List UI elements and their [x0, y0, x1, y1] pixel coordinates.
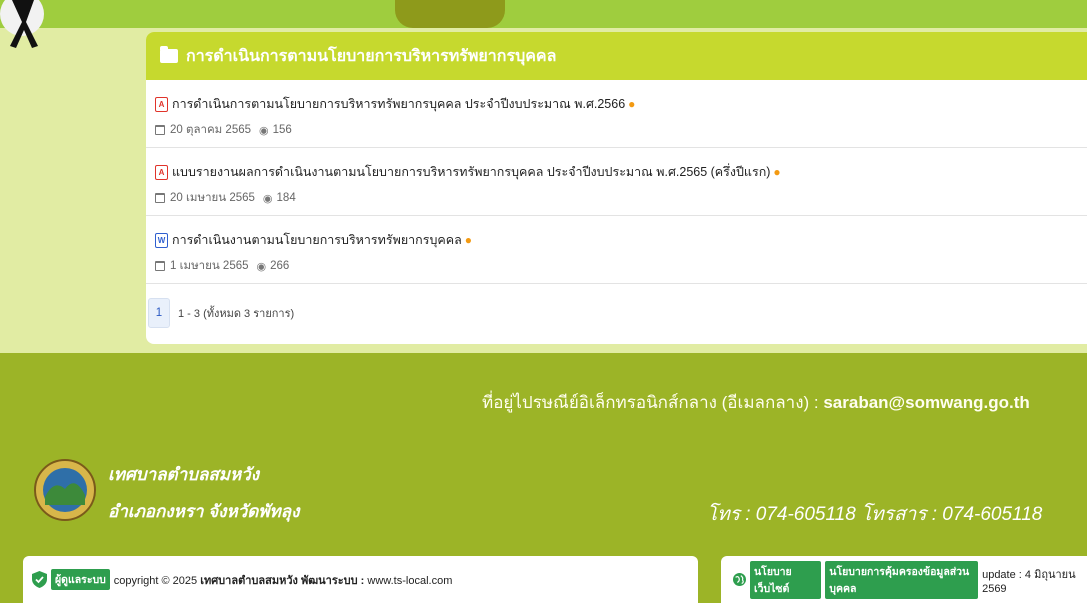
item-views: 156 — [272, 124, 292, 136]
folder-icon — [160, 46, 178, 63]
pagination: 1 1 - 3 (ทั้งหมด 3 รายการ) — [146, 284, 1087, 328]
eye-icon: ◉ — [259, 124, 269, 137]
org-name: เทศบาลตำบลสมหวัง — [108, 465, 259, 484]
item-views: 266 — [270, 260, 290, 272]
copyright-org: เทศบาลตำบลสมหวัง — [200, 574, 298, 587]
contact-phone: โทร : 074-605118 โทรสาร : 074-605118 — [707, 504, 1043, 525]
copyright-text: copyright © 2025 เทศบาลตำบลสมหวัง พัฒนาร… — [114, 571, 453, 589]
page-number-button[interactable]: 1 — [148, 298, 170, 328]
policy-bar: นโยบายเว็บไซต์ นโยบายการคุ้มครองข้อมูลส่… — [721, 556, 1087, 603]
top-bar — [0, 0, 1087, 28]
eye-icon: ◉ — [262, 192, 273, 205]
document-link[interactable]: การดำเนินการตามนโยบายการบริหารทรัพยากรบุ… — [172, 94, 625, 114]
panel-title: การดำเนินการตามนโยบายการบริหารทรัพยากรบุ… — [186, 47, 557, 65]
globe-icon — [733, 573, 746, 586]
developer-link[interactable]: www.ts-local.com — [367, 575, 452, 587]
municipality-seal-logo — [34, 459, 96, 521]
eye-icon: ◉ — [256, 260, 267, 273]
update-text: update : 4 มิถุนายน 2569 — [982, 568, 1076, 595]
top-nav-tab[interactable] — [395, 0, 505, 28]
developer-label: พัฒนาระบบ : — [300, 574, 365, 587]
panel-header: การดำเนินการตามนโยบายการบริหารทรัพยากรบุ… — [146, 32, 1087, 80]
admin-login-tag[interactable]: ผู้ดูแลระบบ — [51, 569, 110, 590]
calendar-icon — [155, 261, 165, 271]
item-date: 1 เมษายน 2565 — [170, 260, 249, 272]
shield-check-icon — [32, 571, 47, 588]
calendar-icon — [155, 125, 165, 135]
mourning-ribbon-icon — [0, 0, 44, 48]
email-link[interactable]: saraban@somwang.go.th — [823, 393, 1029, 412]
fire-icon: ● — [773, 165, 781, 179]
copyright-label: copyright © 2025 — [113, 574, 198, 587]
word-icon: W — [155, 232, 168, 248]
footer-email-line: ที่อยู่ไปรษณีย์อิเล็กทรอนิกส์กลาง (อีเมล… — [482, 389, 1030, 416]
item-views: 184 — [276, 192, 296, 204]
fire-icon: ● — [464, 233, 473, 247]
pdf-icon: A — [155, 96, 168, 112]
pagination-summary: 1 - 3 (ทั้งหมด 3 รายการ) — [178, 308, 295, 320]
footer: ที่อยู่ไปรษณีย์อิเล็กทรอนิกส์กลาง (อีเมล… — [0, 353, 1087, 603]
document-panel: การดำเนินการตามนโยบายการบริหารทรัพยากรบุ… — [146, 32, 1087, 344]
privacy-policy-tag[interactable]: นโยบายการคุ้มครองข้อมูลส่วนบุคคล — [825, 560, 979, 599]
document-link[interactable]: การดำเนินงานตามนโยบายการบริหารทรัพยากรบุ… — [172, 230, 462, 250]
org-address: อำเภอกงหรา จังหวัดพัทลุง — [108, 502, 300, 521]
item-date: 20 ตุลาคม 2565 — [170, 124, 252, 136]
website-policy-tag[interactable]: นโยบายเว็บไซต์ — [750, 560, 822, 599]
pdf-icon: A — [155, 164, 168, 180]
list-item: W การดำเนินงานตามนโยบายการบริหารทรัพยากร… — [146, 216, 1087, 284]
copyright-bar: ผู้ดูแลระบบ copyright © 2025 เทศบาลตำบลส… — [23, 556, 698, 603]
list-item: A การดำเนินการตามนโยบายการบริหารทรัพยากร… — [146, 80, 1087, 148]
calendar-icon — [155, 193, 165, 203]
fire-icon: ● — [628, 97, 636, 111]
item-date: 20 เมษายน 2565 — [170, 192, 255, 204]
document-link[interactable]: แบบรายงานผลการดำเนินงานตามนโยบายการบริหา… — [172, 162, 770, 182]
list-item: A แบบรายงานผลการดำเนินงานตามนโยบายการบริ… — [146, 148, 1087, 216]
email-label: ที่อยู่ไปรษณีย์อิเล็กทรอนิกส์กลาง (อีเมล… — [482, 393, 819, 412]
